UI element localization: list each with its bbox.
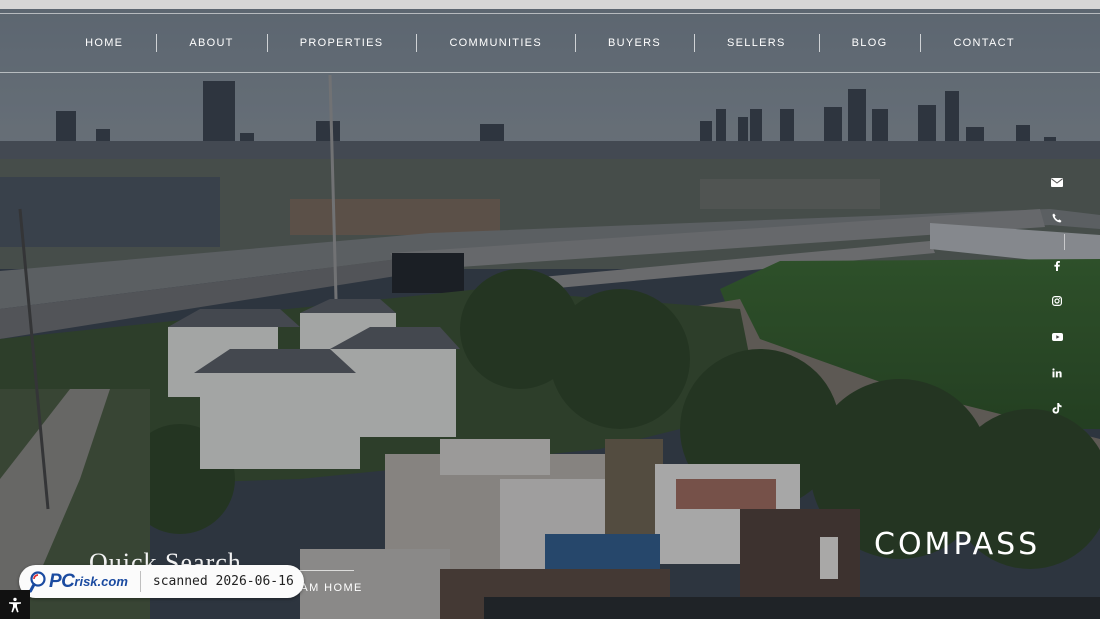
pcrisk-scan-badge: PC risk .com scanned 2026-06-16: [19, 565, 304, 598]
scan-date-text: scanned 2026-06-16: [152, 574, 294, 589]
pcrisk-logo: PC risk .com: [29, 571, 128, 593]
youtube-icon[interactable]: [1047, 327, 1067, 347]
nav-contact[interactable]: CONTACT: [920, 34, 1047, 52]
nav-home[interactable]: HOME: [52, 34, 156, 52]
social-divider: [1063, 233, 1065, 250]
social-sidebar: [1043, 172, 1071, 435]
magnifier-icon: [29, 570, 46, 592]
facebook-icon[interactable]: [1047, 256, 1067, 276]
tiktok-icon[interactable]: [1047, 399, 1067, 419]
bottom-dark-bar: [484, 597, 1100, 619]
main-navigation: HOME ABOUT PROPERTIES COMMUNITIES BUYERS…: [0, 13, 1100, 73]
accessibility-button[interactable]: [0, 590, 30, 619]
pcrisk-brand-risk: risk: [74, 574, 98, 589]
pcrisk-brand-pc: PC: [49, 570, 75, 592]
nav-buyers[interactable]: BUYERS: [574, 34, 694, 52]
phone-icon[interactable]: [1047, 208, 1067, 228]
instagram-icon[interactable]: [1047, 291, 1067, 311]
badge-divider: [139, 571, 141, 592]
compass-logo[interactable]: COMPASS: [874, 527, 1040, 562]
nav-blog[interactable]: BLOG: [818, 34, 921, 52]
top-strip: [0, 0, 1100, 9]
nav-about[interactable]: ABOUT: [156, 34, 266, 52]
nav-communities[interactable]: COMMUNITIES: [416, 34, 575, 52]
nav-properties[interactable]: PROPERTIES: [266, 34, 417, 52]
accessibility-icon: [9, 597, 21, 612]
pcrisk-brand-domain: .com: [97, 574, 128, 589]
mail-icon[interactable]: [1047, 172, 1067, 192]
nav-sellers[interactable]: SELLERS: [694, 34, 819, 52]
linkedin-icon[interactable]: [1047, 363, 1067, 383]
